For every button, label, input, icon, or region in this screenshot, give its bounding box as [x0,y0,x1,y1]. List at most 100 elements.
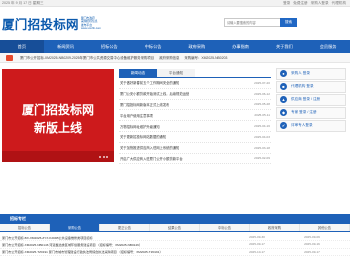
login-link[interactable]: 登录 [283,1,290,6]
news-date: 2025-03-18 [254,145,270,150]
agency-link[interactable]: 代理机构 [332,1,346,6]
nav-about[interactable]: 关于我们 [263,40,307,53]
tab-platform-notice[interactable]: 平台通知 [157,69,195,77]
section-title: 招标专栏 [10,216,26,221]
top-utility-bar: 2025 年 9 月 17 日 星期三 登录 免费注册 采购人登录 代理机构 [0,0,350,7]
cat-tab[interactable]: 政府采购 [250,224,300,231]
table-row[interactable]: 厦门市公开招标-XM2025-TZ0191 厦门市城市管理建设行政执法局综合执法… [0,249,350,256]
sidebar-label: 评审专人登录 [291,123,313,128]
tender-title[interactable]: 厦门市公开招标-XM2025-NB0146 河道整治类区域环境服务建设项目 （招… [2,242,232,247]
ticker-item[interactable]: 厦门市公开招标-XM2025-NB0209-2025年厦门市公共资源交易中心设备… [20,56,154,60]
logo-title: 厦门招投标网 [2,17,79,32]
sidebar-supplier-login[interactable]: ▲ 供应商 登录 / 注册 [276,93,346,106]
news-date: 2025-05-28 [254,102,270,107]
cat-tab[interactable]: 采购公告 [50,224,100,231]
news-title[interactable]: 开启广大供应商入驻厦门公开小额贷款平台 [120,156,183,161]
news-item[interactable]: 厦门招投标网新版本正式上线发布 2025-05-28 [119,100,271,111]
news-title[interactable]: 关于加快推进供应商入驻网上系统的通知 [120,145,179,150]
register-link[interactable]: 免费注册 [293,1,307,6]
sidebar-reviewer-login[interactable]: ✔ 评审专人登录 [276,119,346,132]
cat-tab[interactable]: 更正公告 [100,224,150,231]
news-item[interactable]: 万物招标网址维护升级通知 2025-04-16 [119,121,271,132]
news-title[interactable]: 厦门招投标网新版本正式上线发布 [120,102,169,107]
nav-home[interactable]: 首页 [0,40,44,53]
expert-icon: ◆ [280,109,287,117]
sidebar-label: 代理机构 登录 [291,84,314,89]
logo-url: www.xmztb.com [80,26,102,30]
sidebar-agency-login[interactable]: ■ 代理机构 登录 [276,80,346,93]
logo-subtitle: 厦门市政府 采购招标信息 发布平台 www.xmztb.com [80,16,102,31]
news-list: 关于做好新春前五个工作期间安全的通知 2025-07-20 厦门公安小额贷款开始测试… [119,78,271,165]
news-title[interactable]: 万物招标网址维护升级通知 [120,124,160,129]
search-input[interactable] [224,18,280,27]
tender-publish-date: 2025-10-17 [249,249,265,254]
briefcase-icon: ■ [280,83,287,91]
tender-title[interactable]: 厦门市公开招标-BX-XM2025-ZYX.K204B公共设备维修类项目招标 [2,235,232,240]
news-item[interactable]: 关于加快推进供应商入驻网上系统的通知 2025-03-18 [119,143,271,154]
search-button[interactable]: 搜索 [280,18,297,27]
carousel-dot[interactable] [99,156,101,158]
news-date: 2025-04-16 [254,124,270,129]
news-item[interactable]: 关于做好新春前五个工作期间安全的通知 2025-07-20 [119,78,271,89]
nav-award-notices[interactable]: 中标公告 [131,40,175,53]
news-item[interactable]: 厦门公安小额贷款开始测试上线，后续规范运营 2025-06-12 [119,89,271,100]
nav-guide[interactable]: 办事指南 [219,40,263,53]
tender-table: 厦门市公开招标-BX-XM2025-ZYX.K204B公共设备维修类项目招标 20… [0,234,350,256]
carousel-dot[interactable] [106,156,108,158]
nav-member[interactable]: 会员服务 [306,40,350,53]
sidebar-purchaser-login[interactable]: ● 采购人 登录 [276,68,346,80]
news-date: 2025-05-11 [254,113,270,118]
ticker-text[interactable]: 厦门市公开招标-XM2025-NB0209-2025年厦门市公共资源交易中心设备… [20,55,231,60]
megaphone-icon [6,55,13,61]
tab-news[interactable]: 新闻动态 [119,69,157,77]
table-row[interactable]: 厦门市公开招标-XM2025-NB0146 河道整治类区域环境服务建设项目 （招… [0,241,350,249]
review-icon: ✔ [280,122,287,130]
site-logo[interactable]: 厦门招投标网 厦门市政府 采购招标信息 发布平台 www.xmztb.com [2,14,101,33]
banner-stripe [2,151,114,162]
category-tabs: 招标公告 采购公告 更正公告 结果公告 中标公告 政府采购 其他公告 [0,224,350,232]
sidebar-label: 供应商 登录 / 注册 [291,97,321,102]
news-title[interactable]: 关于更新招投标网站数据的通知 [120,134,166,139]
sidebar-label: 采购人 登录 [291,71,310,76]
news-item[interactable]: 平台用户使用注意事项 2025-05-11 [119,110,271,122]
carousel-dot[interactable] [102,156,105,158]
banner-subtitle: 新版上线 [33,121,82,135]
carousel-dots [99,156,108,158]
banner-title: 厦门招投标网 [21,103,94,117]
tender-title[interactable]: 厦门市公开招标-XM2025-TZ0191 厦门市城市管理建设行政执法局综合执法… [2,249,232,254]
tender-deadline: 2025-09-16 [304,242,320,247]
news-item[interactable]: 关于更新招投标网站数据的通知 2025-04-03 [119,132,271,143]
news-date: 2025-06-12 [254,91,270,96]
table-row[interactable]: 厦门市公开招标-BX-XM2025-ZYX.K204B公共设备维修类项目招标 20… [0,234,350,242]
ticker-item[interactable]: 政府采购信息 [159,56,179,60]
current-date: 2025 年 9 月 17 日 星期三 [2,0,44,5]
news-date: 2025-04-03 [254,134,270,139]
tender-deadline: 2025-09-17 [304,249,320,254]
nav-news[interactable]: 新闻资讯 [44,40,88,53]
tender-publish-date: 2025-09-17 [249,242,265,247]
cat-tab[interactable]: 其他公告 [300,224,350,231]
news-title[interactable]: 厦门公安小额贷款开始测试上线，后续规范运营 [120,91,189,96]
news-date: 2025-07-20 [254,80,270,85]
nav-gov-procurement[interactable]: 政府采购 [175,40,219,53]
cat-tab[interactable]: 招标公告 [0,224,50,231]
sidebar-expert-login[interactable]: ◆ 专家 登录 / 注册 [276,106,346,119]
store-icon: ▲ [280,96,287,104]
sidebar-label: 专家 登录 / 注册 [291,110,317,115]
ticker-item[interactable]: 采购编号：XM2025-NB0203 [184,56,227,60]
tender-deadline: 2025-09-09 [304,235,320,240]
news-title[interactable]: 关于做好新春前五个工作期间安全的通知 [120,80,179,85]
news-title[interactable]: 平台用户使用注意事项 [120,113,153,118]
news-tabs: 新闻动态 平台通知 [119,69,271,78]
notice-ticker: 厦门市公开招标-XM2025-NB0209-2025年厦门市公共资源交易中心设备… [0,53,350,63]
promo-banner[interactable]: 厦门招投标网 新版上线 [2,69,114,162]
cat-tab[interactable]: 中标公告 [200,224,250,231]
search-box: 搜索 [224,18,297,27]
cat-tab[interactable]: 结果公告 [150,224,200,231]
nav-tender-notices[interactable]: 招标公告 [88,40,132,53]
news-item[interactable]: 开启广大供应商入驻厦门公开小额贷款平台 2025-02-09 [119,154,271,165]
purchaser-login-link[interactable]: 采购人登录 [311,1,329,6]
login-sidebar: ● 采购人 登录 ■ 代理机构 登录 ▲ 供应商 登录 / 注册 ◆ 专家 登录… [276,68,346,133]
tender-publish-date: 2025-09-30 [249,235,265,240]
site-header: 厦门招投标网 厦门市政府 采购招标信息 发布平台 www.xmztb.com 搜… [0,7,350,40]
